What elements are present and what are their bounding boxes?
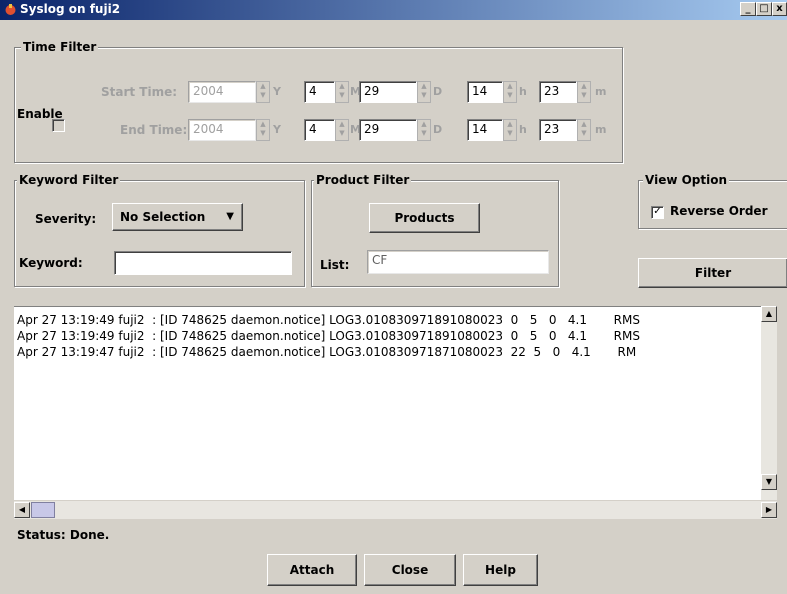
status-text: Status: Done. bbox=[17, 528, 110, 542]
end-minute-spinner[interactable]: ▲ ▼ bbox=[577, 119, 591, 141]
help-button[interactable]: Help bbox=[463, 554, 538, 586]
filter-button[interactable]: Filter bbox=[638, 258, 787, 288]
vertical-scrollbar[interactable]: ▲ ▼ bbox=[761, 306, 777, 500]
severity-value: No Selection bbox=[120, 210, 206, 224]
start-day-spinner[interactable]: ▲ ▼ bbox=[417, 81, 431, 103]
scroll-left-icon[interactable]: ◀ bbox=[14, 502, 30, 518]
log-line[interactable]: Apr 27 13:19:49 fuji2 : [ID 748625 daemo… bbox=[14, 328, 761, 344]
time-filter-group: Time Filter bbox=[14, 40, 623, 163]
title-bar[interactable]: Syslog on fuji2 _ □ x bbox=[0, 0, 787, 20]
keyword-filter-legend: Keyword Filter bbox=[17, 173, 121, 187]
severity-dropdown[interactable]: No Selection ▼ bbox=[112, 203, 243, 231]
end-month-spinner[interactable]: ▲ ▼ bbox=[335, 119, 349, 141]
start-month-field[interactable]: 4 bbox=[304, 81, 335, 103]
end-hour-field[interactable]: 14 bbox=[467, 119, 503, 141]
reverse-order-checkbox[interactable]: ✓ bbox=[651, 206, 664, 219]
view-option-legend: View Option bbox=[643, 173, 730, 187]
start-minute-spinner[interactable]: ▲ ▼ bbox=[577, 81, 591, 103]
start-month-spinner[interactable]: ▲ ▼ bbox=[335, 81, 349, 103]
hour-unit-label: h bbox=[519, 85, 527, 98]
dropdown-arrow-icon: ▼ bbox=[226, 211, 234, 222]
log-line[interactable]: Apr 27 13:19:49 fuji2 : [ID 748625 daemo… bbox=[14, 312, 761, 328]
end-month-field[interactable]: 4 bbox=[304, 119, 335, 141]
scroll-up-icon[interactable]: ▲ bbox=[761, 306, 777, 322]
start-minute-field[interactable]: 23 bbox=[539, 81, 577, 103]
time-filter-legend: Time Filter bbox=[21, 40, 99, 54]
attach-button[interactable]: Attach bbox=[267, 554, 357, 586]
java-app-icon bbox=[4, 3, 17, 16]
close-button[interactable]: Close bbox=[364, 554, 456, 586]
product-filter-legend: Product Filter bbox=[314, 173, 412, 187]
end-day-spinner[interactable]: ▲ ▼ bbox=[417, 119, 431, 141]
minimize-button[interactable]: _ bbox=[740, 2, 756, 16]
enable-checkbox[interactable] bbox=[52, 119, 65, 132]
year-unit-label: Y bbox=[273, 85, 281, 98]
start-year-field[interactable]: 2004 bbox=[188, 81, 256, 103]
end-minute-field[interactable]: 23 bbox=[539, 119, 577, 141]
start-day-field[interactable]: 29 bbox=[359, 81, 417, 103]
year-unit-label: Y bbox=[273, 123, 281, 136]
keyword-label: Keyword: bbox=[19, 256, 83, 270]
start-year-spinner[interactable]: ▲ ▼ bbox=[256, 81, 270, 103]
minute-unit-label: m bbox=[595, 85, 607, 98]
minute-unit-label: m bbox=[595, 123, 607, 136]
maximize-button[interactable]: □ bbox=[756, 2, 772, 16]
close-window-button[interactable]: x bbox=[772, 2, 787, 16]
end-hour-spinner[interactable]: ▲ ▼ bbox=[503, 119, 517, 141]
start-hour-field[interactable]: 14 bbox=[467, 81, 503, 103]
day-unit-label: D bbox=[433, 85, 443, 98]
end-year-spinner[interactable]: ▲ ▼ bbox=[256, 119, 270, 141]
end-day-field[interactable]: 29 bbox=[359, 119, 417, 141]
hour-unit-label: h bbox=[519, 123, 527, 136]
scroll-down-icon[interactable]: ▼ bbox=[761, 474, 777, 490]
products-list-field[interactable]: CF bbox=[367, 250, 549, 274]
horizontal-scroll-thumb[interactable] bbox=[31, 502, 55, 518]
log-list[interactable]: Apr 27 13:19:49 fuji2 : [ID 748625 daemo… bbox=[14, 306, 761, 500]
start-time-label: Start Time: bbox=[101, 85, 178, 99]
end-time-label: End Time: bbox=[120, 123, 188, 137]
reverse-order-label: Reverse Order bbox=[670, 204, 768, 218]
severity-label: Severity: bbox=[35, 212, 97, 226]
day-unit-label: D bbox=[433, 123, 443, 136]
window-title: Syslog on fuji2 bbox=[20, 2, 121, 16]
end-year-field[interactable]: 2004 bbox=[188, 119, 256, 141]
start-hour-spinner[interactable]: ▲ ▼ bbox=[503, 81, 517, 103]
products-button[interactable]: Products bbox=[369, 203, 480, 233]
scroll-right-icon[interactable]: ▶ bbox=[761, 502, 777, 518]
horizontal-scrollbar[interactable]: ◀ ▶ bbox=[14, 500, 777, 519]
log-line[interactable]: Apr 27 13:19:47 fuji2 : [ID 748625 daemo… bbox=[14, 344, 761, 360]
list-label: List: bbox=[320, 258, 350, 272]
keyword-input[interactable] bbox=[114, 251, 292, 275]
